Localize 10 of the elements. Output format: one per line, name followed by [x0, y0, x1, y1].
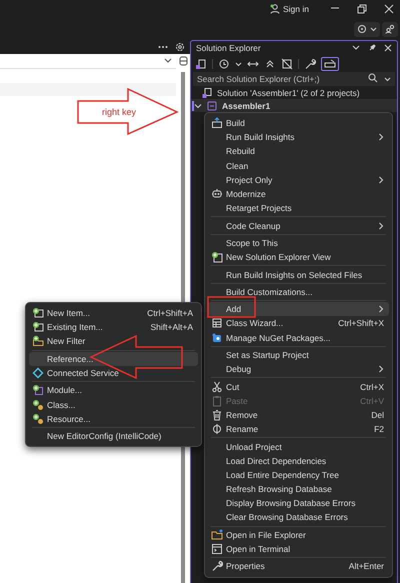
shortcut-label: Ctrl+Shift+A [147, 308, 193, 318]
shortcut-label: Ctrl+X [360, 382, 384, 392]
shortcut-label: F2 [374, 424, 384, 434]
panel-title: Solution Explorer [196, 43, 262, 53]
shortcut-label: Ctrl+V [360, 396, 384, 406]
shortcut-label: Shift+Alt+A [150, 322, 193, 332]
shortcut-label: Ctrl+Shift+X [338, 318, 384, 328]
annotation-label: right key [102, 107, 136, 117]
shortcut-label: Alt+Enter [348, 561, 384, 572]
shortcut-label: Del [371, 410, 384, 420]
